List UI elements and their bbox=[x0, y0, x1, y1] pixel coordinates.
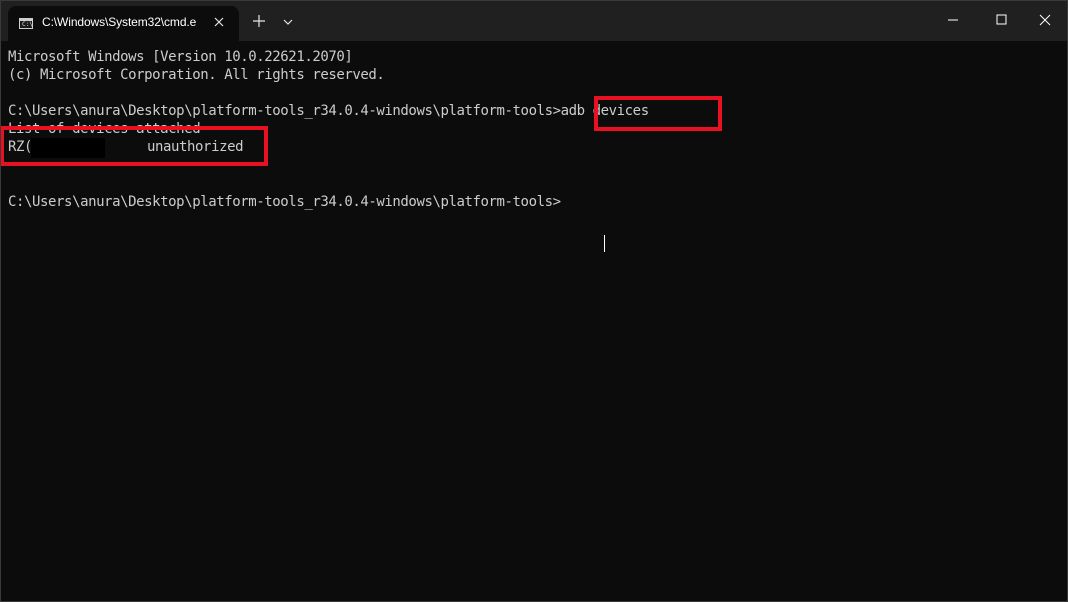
terminal-window: C:\ C:\Windows\System32\cmd.e Microsoft … bbox=[0, 0, 1068, 602]
maximize-icon bbox=[996, 14, 1007, 25]
minimize-icon bbox=[948, 19, 958, 21]
terminal-line: (c) Microsoft Corporation. All rights re… bbox=[8, 67, 385, 83]
highlight-output-box bbox=[0, 126, 268, 166]
terminal-line: Microsoft Windows [Version 10.0.22621.20… bbox=[8, 49, 353, 65]
cmd-icon: C:\ bbox=[19, 18, 33, 29]
minimize-button[interactable] bbox=[930, 0, 976, 40]
close-icon bbox=[1039, 14, 1051, 26]
close-icon bbox=[214, 17, 224, 27]
maximize-button[interactable] bbox=[978, 0, 1024, 40]
tab-dropdown-button[interactable] bbox=[277, 9, 299, 33]
plus-icon bbox=[253, 15, 265, 27]
close-window-button[interactable] bbox=[1022, 0, 1068, 40]
tab-close-button[interactable] bbox=[207, 10, 231, 34]
highlight-command-box bbox=[594, 96, 722, 131]
tab-title: C:\Windows\System32\cmd.e bbox=[42, 15, 197, 29]
chevron-down-icon bbox=[283, 19, 293, 25]
terminal-prompt: C:\Users\anura\Desktop\platform-tools_r3… bbox=[8, 194, 561, 210]
text-cursor bbox=[604, 235, 605, 252]
tab-cmd[interactable]: C:\ C:\Windows\System32\cmd.e bbox=[8, 6, 239, 41]
title-bar[interactable]: C:\ C:\Windows\System32\cmd.e bbox=[0, 0, 1068, 41]
new-tab-button[interactable] bbox=[247, 9, 271, 33]
terminal-line: C:\Users\anura\Desktop\platform-tools_r3… bbox=[8, 103, 649, 119]
